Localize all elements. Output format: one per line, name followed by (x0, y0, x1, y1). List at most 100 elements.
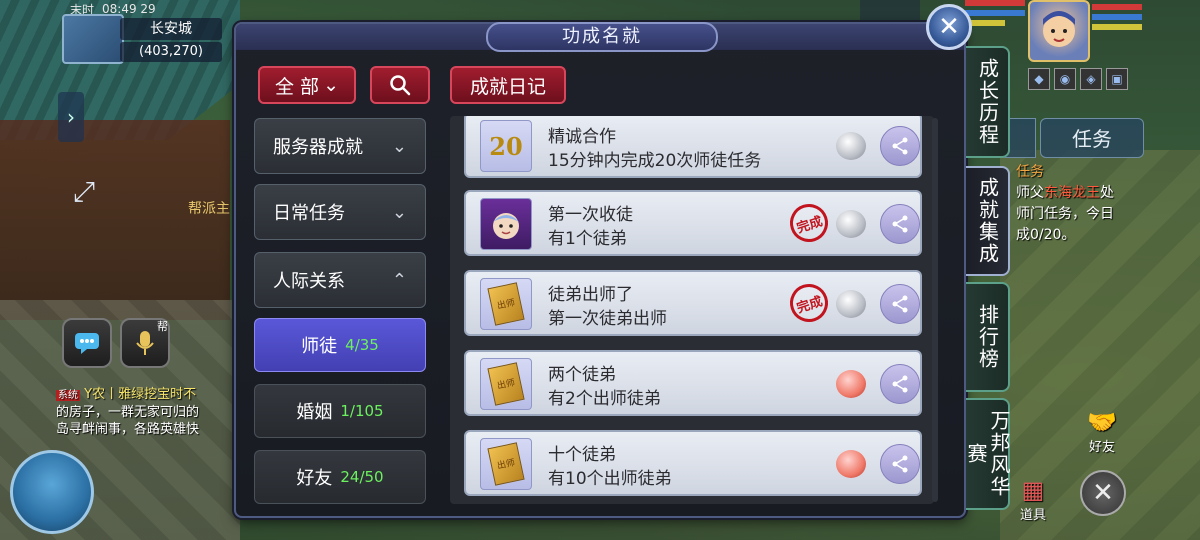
items-button[interactable]: ▦ 道具 (1012, 476, 1054, 523)
category-label: 人际关系 (273, 271, 345, 292)
silver-reward-icon[interactable] (836, 132, 866, 160)
pavilion-structure (0, 120, 230, 320)
subcategory-label: 好友 (296, 468, 333, 489)
player-avatar[interactable] (1028, 0, 1090, 62)
achievements-panel: 功成名就 全 部 ⌄ 成就日记 服务器成就 ⌄ 日常任务 ⌄ 人际关系 ⌃ 师徒… (234, 22, 966, 518)
friends-label: 好友 (1088, 440, 1115, 455)
filter-all-button[interactable]: 全 部 ⌄ (258, 66, 356, 104)
player-anger-bar (1092, 24, 1142, 30)
system-tag: 系统 (56, 390, 80, 401)
buff-icon[interactable]: ◆ (1028, 68, 1050, 90)
treasure-chest-icon: ▦ (1021, 476, 1045, 504)
share-glyph (892, 215, 908, 233)
silver-reward-icon[interactable] (836, 290, 866, 318)
player-mp-bar (1092, 14, 1142, 20)
subcategory-mentorship[interactable]: 师徒 4/35 (254, 318, 426, 372)
certificate-icon: 出师 (480, 278, 532, 330)
pet-status-bars (965, 0, 1025, 50)
minimap[interactable] (62, 14, 124, 64)
achievement-title: 徒弟出师了 (548, 285, 633, 305)
achievement-list[interactable]: 20 精诚合作 15分钟内完成20次师徒任务 第一次收徒 有1个徒弟 完成 出师… (450, 116, 934, 504)
task-tab[interactable]: 任务 (1040, 118, 1144, 158)
category-daily[interactable]: 日常任务 ⌄ (254, 184, 426, 240)
subcategory-count: 4/35 (345, 336, 379, 354)
peach-reward-icon[interactable] (836, 370, 866, 398)
npc-name: 东海龙王 (1044, 185, 1100, 201)
tab-growth-history[interactable]: 成长历程 (966, 46, 1010, 158)
subcategory-label: 师徒 (301, 336, 338, 357)
share-icon[interactable] (880, 126, 920, 166)
achievement-diary-button[interactable]: 成就日记 (450, 66, 566, 104)
items-label: 道具 (1019, 508, 1046, 523)
chat-line: 的房子，一群无家可归的 (56, 405, 200, 420)
task-line: 成0/20。 (1016, 227, 1076, 243)
disciple-portrait-icon (480, 198, 532, 250)
achievement-desc: 有2个出师徒弟 (548, 389, 661, 409)
tab-achievement-collection[interactable]: 成就集成 (966, 166, 1010, 276)
subcategory-friends[interactable]: 好友 24/50 (254, 450, 426, 504)
achievement-title: 十个徒弟 (548, 445, 616, 465)
share-glyph (892, 375, 908, 393)
chevron-down-icon: ⌄ (323, 74, 339, 96)
player-status-bars (1092, 4, 1142, 34)
silver-reward-icon[interactable] (836, 210, 866, 238)
player-coordinates: (403,270) (120, 42, 222, 62)
achievement-desc: 有10个出师徒弟 (548, 469, 672, 489)
panel-title: 功成名就 (486, 22, 718, 52)
handshake-icon: 🤝 (1087, 408, 1117, 436)
chat-line: 系统 Y农丨雅绿挖宝时不 (56, 386, 236, 404)
achievement-row[interactable]: 20 精诚合作 15分钟内完成20次师徒任务 (464, 116, 922, 178)
task-line: 师门任务，今日 (1016, 206, 1114, 222)
chevron-down-icon: ⌄ (391, 201, 407, 223)
share-icon[interactable] (880, 444, 920, 484)
buff-icon[interactable]: ▣ (1106, 68, 1128, 90)
chat-log[interactable]: 系统 Y农丨雅绿挖宝时不 的房子，一群无家可归的 岛寻衅闹事，各路英雄快 (56, 386, 236, 438)
category-social[interactable]: 人际关系 ⌃ (254, 252, 426, 308)
achievement-title: 两个徒弟 (548, 365, 616, 385)
certificate-icon: 出师 (480, 438, 532, 490)
achievement-row[interactable]: 出师 两个徒弟 有2个出师徒弟 (464, 350, 922, 416)
category-label: 服务器成就 (273, 137, 363, 158)
character-portrait-icon (1043, 11, 1075, 47)
share-icon[interactable] (880, 364, 920, 404)
tab-leaderboard[interactable]: 排行榜 (966, 282, 1010, 392)
achievement-desc: 第一次徒弟出师 (548, 309, 667, 329)
category-server[interactable]: 服务器成就 ⌄ (254, 118, 426, 174)
achievement-row[interactable]: 出师 十个徒弟 有10个出师徒弟 (464, 430, 922, 496)
microphone-icon (136, 331, 154, 355)
share-icon[interactable] (880, 284, 920, 324)
achievement-20-icon: 20 (480, 120, 532, 172)
achievement-row[interactable]: 第一次收徒 有1个徒弟 完成 (464, 190, 922, 256)
task-tracker[interactable]: 任务 师父东海龙王处 师门任务，今日 成0/20。 (1016, 162, 1146, 246)
peach-reward-icon[interactable] (836, 450, 866, 478)
share-icon[interactable] (880, 204, 920, 244)
buff-icon[interactable]: ◈ (1080, 68, 1102, 90)
subcategory-count: 1/105 (340, 402, 384, 420)
chevron-down-icon: ⌄ (391, 135, 407, 157)
certificate-glyph: 出师 (487, 362, 525, 406)
friends-button[interactable]: 🤝 好友 (1082, 408, 1122, 455)
subcategory-marriage[interactable]: 婚姻 1/105 (254, 384, 426, 438)
close-icon[interactable]: ✕ (926, 4, 972, 50)
chat-button[interactable] (62, 318, 112, 368)
achievement-title: 精诚合作 (548, 127, 616, 147)
city-name[interactable]: 长安城 (120, 18, 222, 40)
chevron-up-icon: ⌃ (391, 269, 407, 291)
movement-joystick[interactable] (10, 450, 94, 534)
tab-wanbang-contest[interactable]: 万邦风华赛 (964, 398, 1011, 510)
achievement-row[interactable]: 出师 徒弟出师了 第一次徒弟出师 完成 (464, 270, 922, 336)
task-text: 处 (1100, 185, 1114, 201)
expand-icon[interactable]: ⤢ (62, 170, 106, 214)
certificate-glyph: 出师 (487, 282, 525, 326)
task-text: 师父 (1016, 185, 1044, 201)
achievement-title: 第一次收徒 (548, 205, 633, 225)
achievement-desc: 有1个徒弟 (548, 229, 627, 249)
player-hp-bar (1092, 4, 1142, 10)
task-line: 师父东海龙王处 (1016, 183, 1146, 204)
achievement-list-scrollbar[interactable] (932, 118, 938, 502)
exit-icon[interactable]: ✕ (1080, 470, 1126, 516)
share-glyph (892, 295, 908, 313)
buff-icon[interactable]: ◉ (1054, 68, 1076, 90)
search-button[interactable] (370, 66, 430, 104)
side-menu-arrow-icon[interactable]: › (58, 92, 84, 142)
